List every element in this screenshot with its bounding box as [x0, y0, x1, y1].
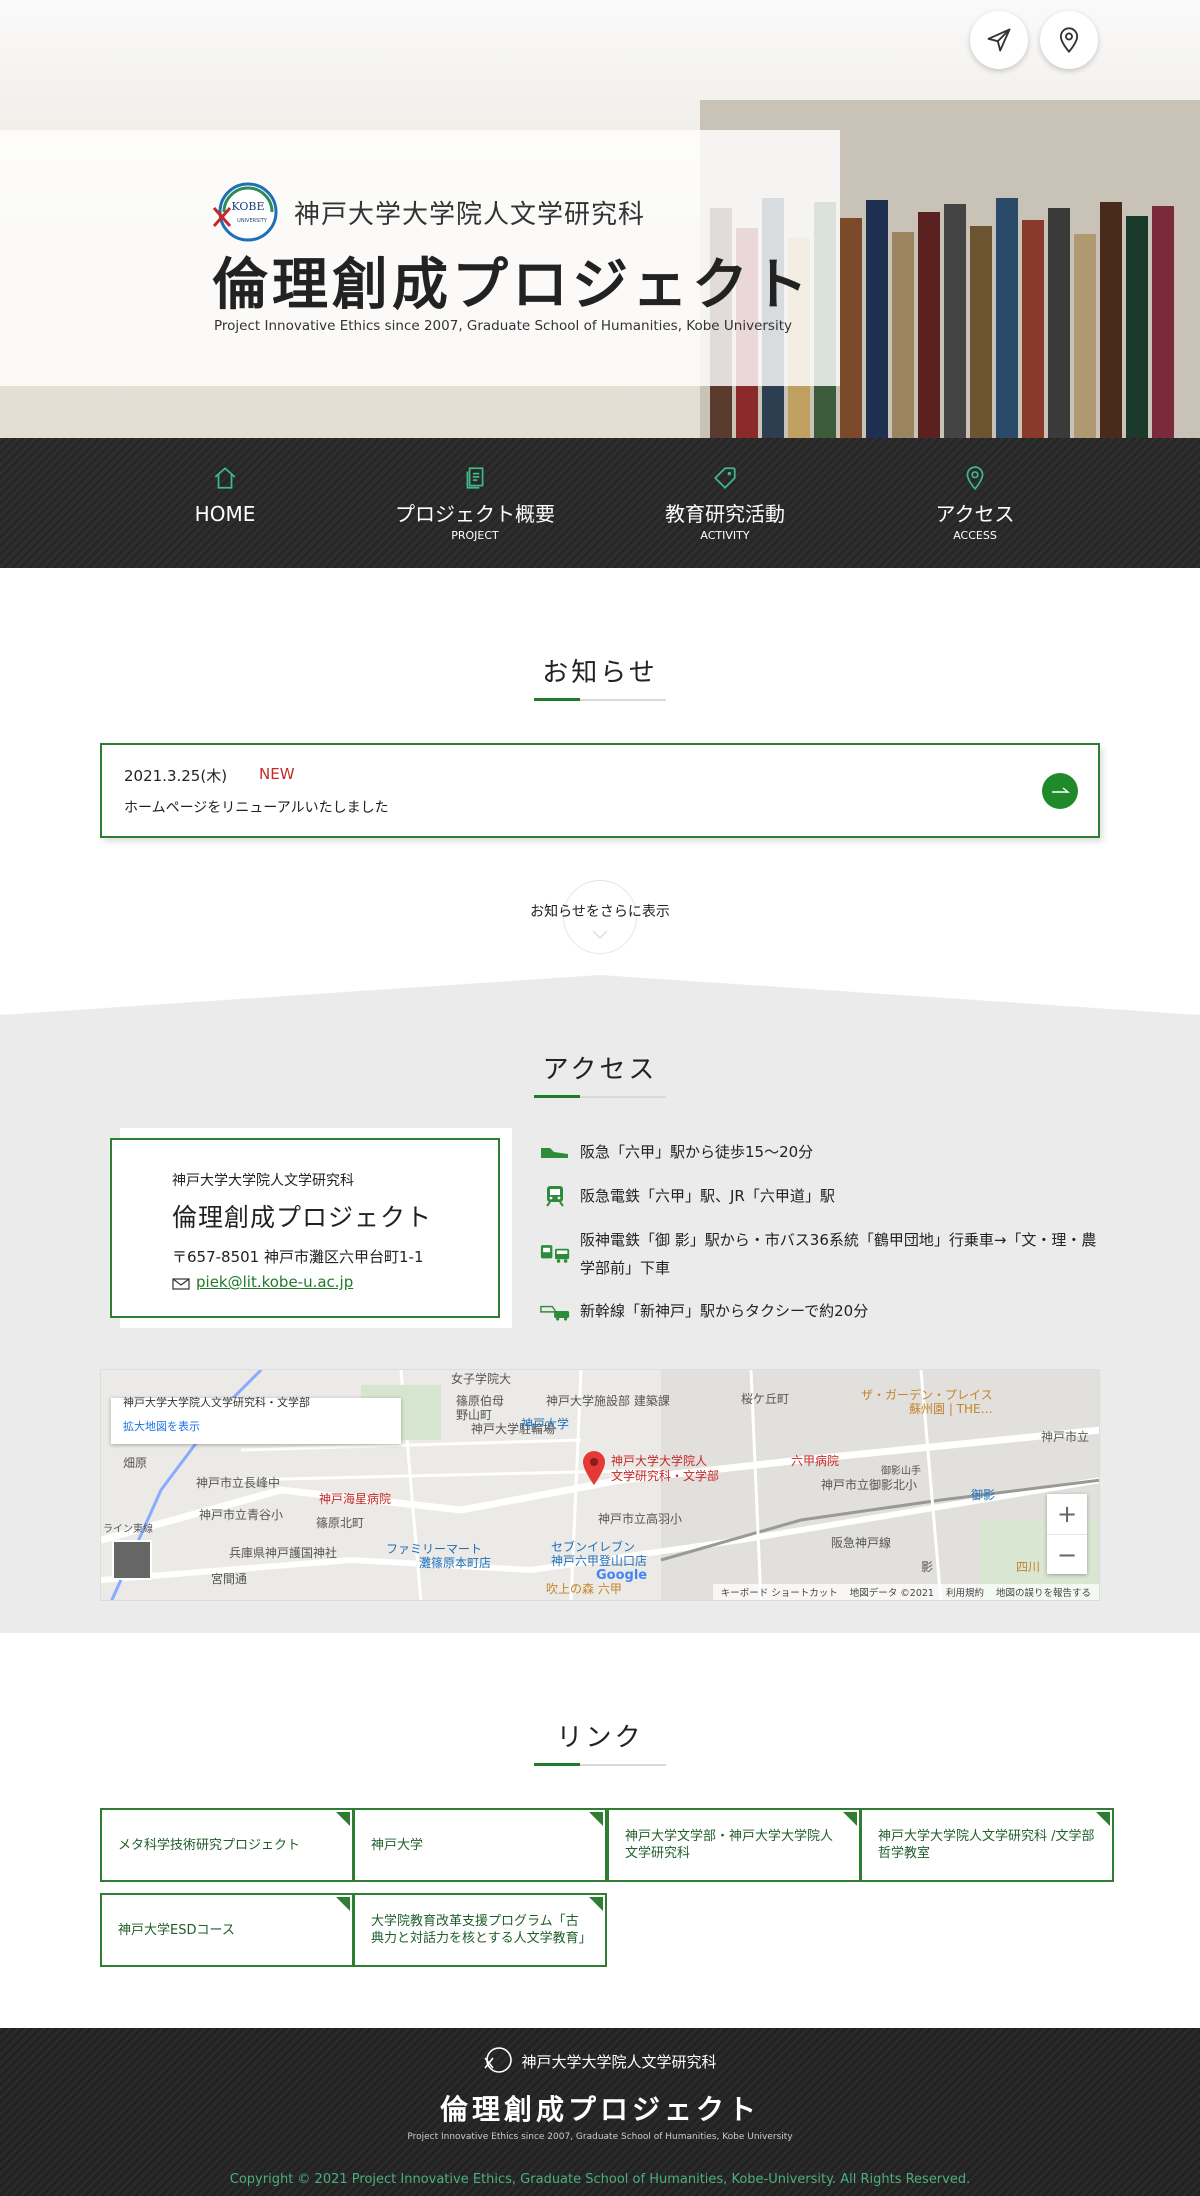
link-label: 神戸大学文学部・神戸大学大学院人文学研究科 [625, 1829, 834, 1861]
arrow-right-icon [1052, 787, 1070, 793]
nav-sublabel: ACCESS [953, 529, 997, 542]
map-zoom-controls: + − [1047, 1494, 1087, 1574]
site-footer: 神戸大学大学院人文学研究科 倫理創成プロジェクト Project Innovat… [0, 2028, 1200, 2196]
section-heading: リンク [556, 1723, 644, 1753]
access-email-link[interactable]: piek@lit.kobe-u.ac.jp [196, 1273, 353, 1291]
project-subtitle: Project Innovative Ethics since 2007, Gr… [214, 318, 792, 334]
footer-org-name: 神戸大学大学院人文学研究科 [521, 2052, 717, 2071]
footer-logo-row: 神戸大学大学院人文学研究科 [0, 2046, 1200, 2076]
nav-label: プロジェクト概要 [395, 502, 555, 526]
zoom-in-button[interactable]: + [1047, 1494, 1087, 1534]
news-date: 2021.3.25(木) [124, 767, 228, 785]
section-underline [534, 698, 666, 701]
news-text: ホームページをリニューアルいたしました [124, 800, 389, 816]
links-section-title: リンク [0, 1717, 1200, 1754]
map-data-credit: 地図データ ©2021 [849, 1588, 934, 1599]
access-route: 阪急電鉄「六甲」駅、JR「六甲道」駅 [540, 1182, 1100, 1210]
news-item[interactable]: 2021.3.25(木) NEW ホームページをリニューアルいたしました [100, 743, 1100, 838]
link-card[interactable]: 神戸大学ESDコース [100, 1893, 354, 1967]
map-keyboard-shortcuts[interactable]: キーボード ショートカット [721, 1585, 838, 1599]
access-route: 新幹線「新神戸」駅からタクシーで約20分 [540, 1297, 1100, 1325]
shoe-icon [541, 1148, 568, 1158]
footer-subtitle: Project Innovative Ethics since 2007, Gr… [407, 2132, 793, 2142]
link-card[interactable]: 神戸大学 [353, 1808, 607, 1882]
shinkansen-taxi-icon [540, 1305, 570, 1321]
route-text: 阪急電鉄「六甲」駅、JR「六甲道」駅 [580, 1187, 835, 1205]
link-card[interactable]: 神戸大学大学院人文学研究科 /文学部 哲学教室 [860, 1808, 1114, 1882]
link-label: 大学院教育改革支援プログラム「古典力と対話力を核とする人文学教育」 [371, 1914, 592, 1946]
link-label: メタ科学技術研究プロジェクト [118, 1837, 301, 1853]
news-more-link[interactable]: お知らせをさらに表示 [0, 880, 1200, 954]
news-badge: NEW [259, 765, 295, 783]
project-title: 倫理創成プロジェクト [212, 252, 812, 318]
map-footer: キーボード ショートカット 地図データ ©2021 利用規約 地図の誤りを報告す… [712, 1584, 1099, 1600]
nav-home[interactable]: HOME [100, 438, 350, 568]
nav-label: 教育研究活動 [665, 502, 785, 526]
zoom-out-button[interactable]: − [1047, 1534, 1087, 1574]
link-card[interactable]: メタ科学技術研究プロジェクト [100, 1808, 354, 1882]
section-heading: お知らせ [542, 658, 658, 688]
svg-text:UNIVERSITY: UNIVERSITY [237, 218, 268, 224]
access-card: 神戸大学大学院人文学研究科 倫理創成プロジェクト 〒657-8501 神戸市灘区… [110, 1138, 500, 1318]
access-org: 神戸大学大学院人文学研究科 [172, 1173, 354, 1189]
access-button[interactable] [1040, 11, 1098, 69]
home-icon [214, 467, 236, 489]
mail-icon [172, 1278, 190, 1290]
link-card[interactable]: 神戸大学文学部・神戸大学大学院人文学研究科 [607, 1808, 861, 1882]
access-route: 阪神電鉄「御 影」駅から・市バス36系統「鶴甲団地」行乗車→「文・理・農学部前」… [540, 1226, 1100, 1282]
link-label: 神戸大学ESDコース [118, 1922, 235, 1938]
access-section-title: アクセス [0, 1049, 1200, 1086]
news-section-title: お知らせ [0, 652, 1200, 689]
map-marker-label: 神戸大学大学院人 文学研究科・文学部 [611, 1454, 720, 1483]
hero-logo-panel: KOBE UNIVERSITY 神戸大学大学院人文学研究科 倫理創成プロジェクト… [0, 130, 840, 386]
google-map[interactable]: 女子学院大 篠原伯母 野山町 神戸大学施設部 建築課 桜ケ丘町 ザ・ガーデン・プ… [100, 1369, 1100, 1601]
nav-sublabel: ACTIVITY [700, 529, 750, 542]
send-icon [987, 28, 1011, 52]
section-heading: アクセス [542, 1055, 658, 1085]
nav-project[interactable]: プロジェクト概要 PROJECT [350, 438, 600, 568]
link-label: 神戸大学大学院人文学研究科 /文学部 哲学教室 [878, 1829, 1108, 1861]
map-pin-icon [1059, 27, 1079, 54]
map-place-title: 神戸大学大学院人文学研究科・文学部 [123, 1396, 310, 1408]
contact-button[interactable] [970, 11, 1028, 69]
tag-icon [714, 467, 736, 489]
map-marker-icon [583, 1451, 605, 1485]
route-text: 阪急「六甲」駅から徒歩15〜20分 [580, 1143, 814, 1161]
document-icon [466, 467, 484, 489]
access-project: 倫理創成プロジェクト [172, 1203, 433, 1232]
nav-label: アクセス [935, 502, 1015, 526]
nav-activity[interactable]: 教育研究活動 ACTIVITY [600, 438, 850, 568]
train-bus-icon [540, 1245, 570, 1263]
chevron-down-icon [592, 930, 608, 939]
copyright: Copyright © 2021 Project Innovative Ethi… [229, 2172, 971, 2187]
map-terms-link[interactable]: 利用規約 [946, 1585, 984, 1599]
map-satellite-toggle[interactable] [112, 1540, 152, 1580]
nav-label: HOME [194, 502, 256, 526]
link-card[interactable]: 大学院教育改革支援プログラム「古典力と対話力を核とする人文学教育」 [353, 1893, 607, 1967]
kobe-university-logo [484, 2047, 513, 2073]
access-route: 阪急「六甲」駅から徒歩15〜20分 [540, 1138, 1100, 1166]
footer-project-title: 倫理創成プロジェクト [439, 2093, 760, 2126]
link-label: 神戸大学 [371, 1837, 424, 1853]
section-underline [534, 1095, 666, 1098]
org-name: 神戸大学大学院人文学研究科 [294, 200, 646, 230]
section-underline [534, 1763, 666, 1766]
nav-access[interactable]: アクセス ACCESS [850, 438, 1100, 568]
route-text: 阪神電鉄「御 影」駅から・市バス36系統「鶴甲団地」行乗車→「文・理・農学部前」… [580, 1231, 1097, 1277]
svg-text:KOBE: KOBE [231, 200, 264, 213]
map-place-card: 神戸大学大学院人文学研究科・文学部 拡大地図を表示 [111, 1396, 401, 1444]
map-pin-icon [966, 466, 984, 491]
map-enlarge-link[interactable]: 拡大地図を表示 [123, 1418, 389, 1434]
google-logo: Google [596, 1568, 648, 1583]
access-address: 〒657-8501 神戸市灘区六甲台町1-1 [172, 1248, 424, 1266]
route-text: 新幹線「新神戸」駅からタクシーで約20分 [580, 1302, 869, 1320]
news-arrow-button[interactable] [1042, 773, 1078, 809]
main-nav: HOME プロジェクト概要 PROJECT 教育研究活動 ACTIVITY アク… [0, 438, 1200, 568]
map-report-link[interactable]: 地図の誤りを報告する [996, 1585, 1091, 1599]
hero-banner: KOBE UNIVERSITY 神戸大学大学院人文学研究科 倫理創成プロジェクト… [0, 0, 1200, 438]
kobe-university-logo: KOBE UNIVERSITY [212, 182, 278, 248]
train-icon [546, 1186, 564, 1207]
nav-sublabel: PROJECT [451, 529, 499, 542]
more-label: お知らせをさらに表示 [530, 904, 670, 920]
